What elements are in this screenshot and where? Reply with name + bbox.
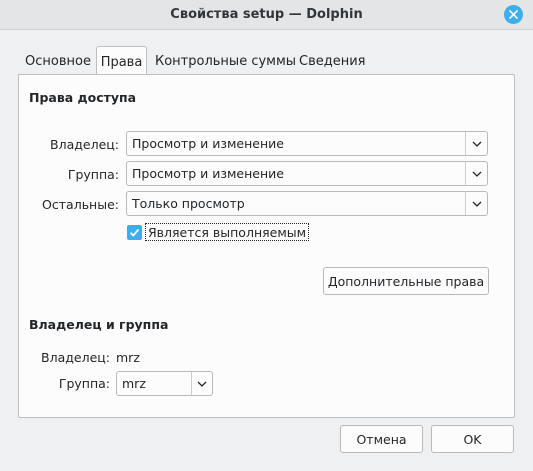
access-section-title: Права доступа xyxy=(29,90,137,105)
close-icon xyxy=(509,10,518,19)
owner-value: mrz xyxy=(116,350,140,365)
group-value: mrz xyxy=(122,376,146,391)
group-permission-label: Группа: xyxy=(67,167,119,182)
tab-details[interactable]: Сведения xyxy=(299,46,366,75)
chevron-down-icon xyxy=(472,141,482,147)
owner-label: Владелец: xyxy=(41,350,110,365)
close-button[interactable] xyxy=(504,5,523,24)
group-label: Группа: xyxy=(58,376,110,391)
executable-label[interactable]: Является выполняемым xyxy=(145,223,310,241)
window-title: Свойства setup — Dolphin xyxy=(170,7,363,22)
owner-permission-label: Владелец: xyxy=(50,137,119,152)
tab-checksums[interactable]: Контрольные суммы xyxy=(155,46,296,75)
others-permission-label: Остальные: xyxy=(42,197,119,212)
owner-permission-value: Просмотр и изменение xyxy=(132,136,284,151)
chevron-down-icon xyxy=(472,201,482,207)
ok-button[interactable]: OK xyxy=(431,425,514,453)
group-permission-select[interactable]: Просмотр и изменение xyxy=(126,161,488,186)
others-permission-select[interactable]: Только просмотр xyxy=(126,191,488,216)
group-permission-value: Просмотр и изменение xyxy=(132,166,284,181)
advanced-permissions-button[interactable]: Дополнительные права xyxy=(323,267,489,295)
cancel-button[interactable]: Отмена xyxy=(340,425,423,453)
ownership-section-title: Владелец и группа xyxy=(29,317,169,332)
group-select[interactable]: mrz xyxy=(116,371,213,396)
owner-permission-select[interactable]: Просмотр и изменение xyxy=(126,131,488,156)
permissions-panel: Права доступа Владелец: Просмотр и измен… xyxy=(18,74,515,418)
tab-general[interactable]: Основное xyxy=(25,46,91,75)
chevron-down-icon xyxy=(472,171,482,177)
chevron-down-icon xyxy=(197,381,207,387)
others-permission-value: Только просмотр xyxy=(132,196,245,211)
executable-checkbox[interactable] xyxy=(127,225,142,240)
title-bar: Свойства setup — Dolphin xyxy=(0,0,533,30)
tab-permissions[interactable]: Права xyxy=(96,46,147,76)
check-icon xyxy=(129,228,140,237)
